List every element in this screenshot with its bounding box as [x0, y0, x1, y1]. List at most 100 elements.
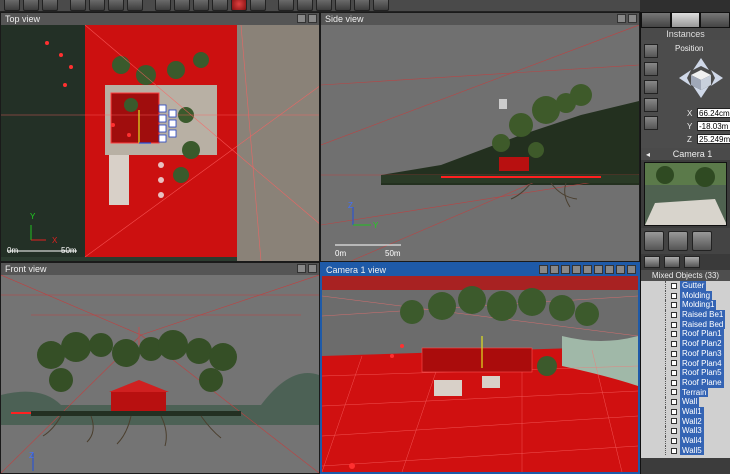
viewport-maximize-icon[interactable] — [627, 265, 636, 274]
viewport-maximize-icon[interactable] — [308, 14, 317, 23]
tab-instances-icon[interactable] — [670, 12, 701, 28]
hand-icon[interactable] — [644, 231, 664, 251]
cloud-icon[interactable] — [155, 0, 171, 11]
list-item[interactable]: Wall — [643, 397, 730, 407]
paw-icon[interactable] — [644, 256, 660, 268]
instance-rotate-icon[interactable] — [644, 62, 658, 76]
visibility-icon[interactable] — [671, 360, 677, 367]
object-name: Roof Plan4 — [680, 358, 724, 369]
camera-selector[interactable]: ◂ Camera 1 — [641, 148, 730, 160]
visibility-icon[interactable] — [671, 418, 677, 425]
layout-icon[interactable] — [316, 0, 332, 11]
list-item[interactable]: Molding1 — [643, 300, 730, 311]
coord-z-input[interactable]: 25.249m — [697, 134, 730, 144]
list-item[interactable]: Roof Plan1 — [643, 329, 730, 340]
rotate-icon[interactable] — [108, 0, 124, 11]
brush-icon[interactable] — [193, 0, 209, 11]
side-view-viewport[interactable]: Side view Z Y 0m 50m — [320, 12, 640, 262]
tab-camera-icon[interactable] — [700, 12, 730, 28]
visibility-icon[interactable] — [671, 408, 677, 415]
viewport-maximize-icon[interactable] — [628, 14, 637, 23]
coord-y-input[interactable]: -18.03m — [697, 121, 730, 131]
list-item[interactable]: Roof Plan2 — [643, 339, 730, 349]
visibility-icon[interactable] — [671, 321, 677, 328]
viewport-maximize-icon[interactable] — [308, 264, 317, 273]
select-icon[interactable] — [70, 0, 86, 11]
move-icon[interactable] — [89, 0, 105, 11]
pan-icon[interactable] — [297, 0, 313, 11]
camera-next-icon[interactable] — [605, 265, 614, 274]
list-item[interactable]: Wall5 — [643, 445, 730, 456]
list-item[interactable]: Molding — [643, 290, 730, 301]
instance-twist-icon[interactable] — [644, 98, 658, 112]
list-item[interactable]: Wall2 — [643, 416, 730, 427]
instance-reset-icon[interactable] — [644, 116, 658, 130]
visibility-icon[interactable] — [671, 340, 677, 347]
visibility-icon[interactable] — [671, 331, 677, 338]
viewport-options-icon[interactable] — [297, 264, 306, 273]
visibility-icon[interactable] — [671, 389, 677, 396]
tab-edit-icon[interactable] — [641, 12, 671, 28]
list-item[interactable]: Roof Plan3 — [643, 348, 730, 359]
list-item[interactable]: Roof Plan4 — [643, 358, 730, 369]
material-icon[interactable] — [664, 256, 680, 268]
visibility-icon[interactable] — [671, 302, 677, 309]
undo-icon[interactable] — [42, 0, 58, 11]
image-icon[interactable] — [354, 0, 370, 11]
camera-move-icon[interactable] — [550, 265, 559, 274]
plant-icon[interactable] — [174, 0, 190, 11]
instance-move-icon[interactable] — [644, 44, 658, 58]
zoom-icon[interactable] — [278, 0, 294, 11]
camera-preview-thumbnail[interactable] — [644, 162, 727, 226]
list-item[interactable]: Roof Plane — [643, 377, 730, 388]
visibility-icon[interactable] — [671, 428, 677, 435]
save-icon[interactable] — [23, 0, 39, 11]
book-icon[interactable] — [684, 256, 700, 268]
object-list[interactable]: Gutter Molding Molding1 Raised Be1 Raised Be… — [641, 281, 730, 458]
camera-render-icon[interactable] — [616, 265, 625, 274]
scale-icon[interactable] — [127, 0, 143, 11]
visibility-icon[interactable] — [671, 350, 677, 357]
position-gizmo-icon[interactable] — [675, 54, 727, 102]
viewport-options-icon[interactable] — [297, 14, 306, 23]
list-item[interactable]: Raised Be1 — [643, 310, 730, 320]
orbit-icon[interactable] — [692, 231, 712, 251]
render-icon[interactable] — [231, 0, 247, 11]
list-item[interactable]: Wall3 — [643, 426, 730, 437]
object-name: Roof Plan5 — [680, 368, 724, 378]
tree-branch — [643, 426, 671, 436]
list-item[interactable]: Roof Plan5 — [643, 368, 730, 378]
list-item[interactable]: Gutter — [643, 281, 730, 291]
camera-quality-icon[interactable] — [572, 265, 581, 274]
list-item[interactable]: Wall4 — [643, 436, 730, 446]
camera-display-icon[interactable] — [561, 265, 570, 274]
camera-frame-icon[interactable] — [583, 265, 592, 274]
camera-name: Camera 1 — [672, 149, 713, 159]
visibility-icon[interactable] — [671, 447, 677, 454]
terrain-icon[interactable] — [212, 0, 228, 11]
top-view-viewport[interactable]: Top view Y X 0m 50m — [0, 12, 320, 262]
visibility-icon[interactable] — [671, 370, 677, 377]
list-item[interactable]: Terrain — [643, 387, 730, 398]
visibility-icon[interactable] — [671, 311, 677, 318]
visibility-icon[interactable] — [671, 437, 677, 444]
coord-x-input[interactable]: 66.24cm — [697, 108, 730, 118]
list-item[interactable]: Wall1 — [643, 406, 730, 417]
window-icon[interactable] — [335, 0, 351, 11]
open-icon[interactable] — [4, 0, 20, 11]
visibility-icon[interactable] — [671, 379, 677, 386]
visibility-icon[interactable] — [671, 282, 677, 289]
camera-lock-icon[interactable] — [539, 265, 548, 274]
camera-view-viewport[interactable]: Camera 1 view — [320, 262, 640, 474]
render-options-icon[interactable] — [250, 0, 266, 11]
camera-prev-arrow-icon[interactable]: ◂ — [641, 150, 655, 159]
camera-prev-icon[interactable] — [594, 265, 603, 274]
list-item[interactable]: Raised Bed — [643, 319, 730, 330]
viewport-options-icon[interactable] — [617, 14, 626, 23]
visibility-icon[interactable] — [671, 292, 677, 299]
options-icon[interactable] — [373, 0, 389, 11]
instance-scale-icon[interactable] — [644, 80, 658, 94]
front-view-viewport[interactable]: Front view Z — [0, 262, 320, 474]
frame-icon[interactable] — [668, 231, 688, 251]
visibility-icon[interactable] — [671, 399, 677, 406]
